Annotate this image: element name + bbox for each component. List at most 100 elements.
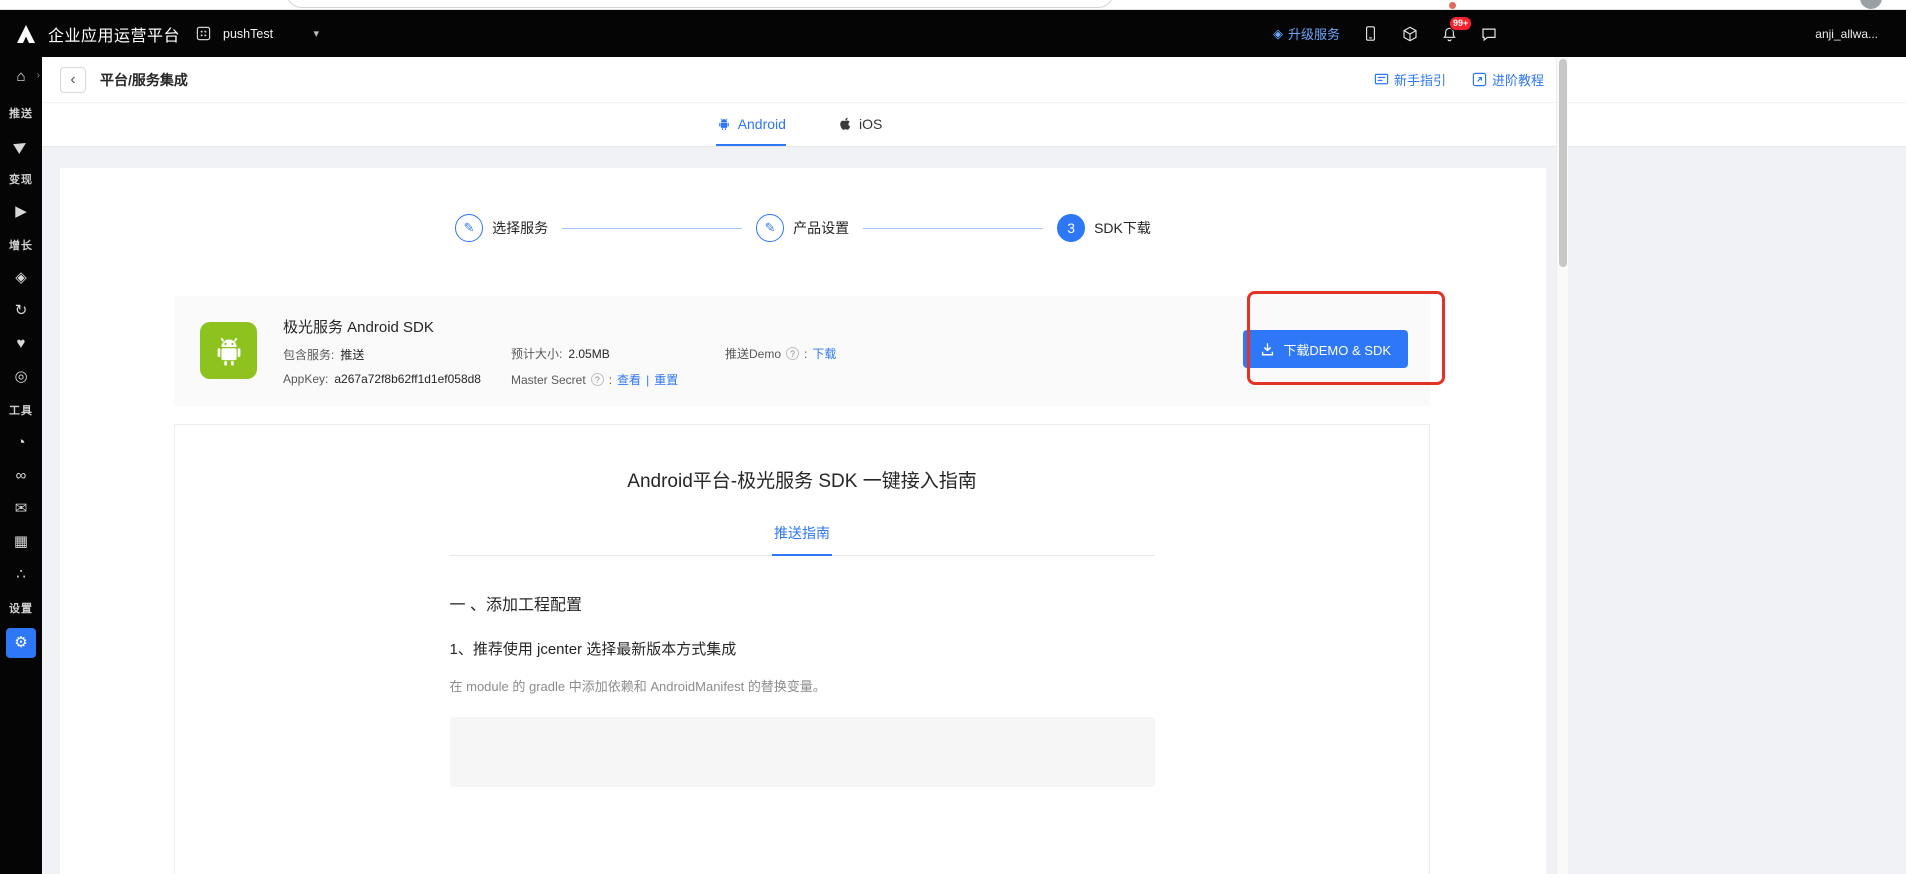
tab-push-guide[interactable]: 推送指南	[772, 523, 832, 556]
topbar: 企业应用运营平台 pushTest ▾ ◈ 升级服务	[0, 10, 1906, 57]
guide-content: 一 、添加工程配置 1、推荐使用 jcenter 选择最新版本方式集成 在 mo…	[450, 591, 1155, 787]
topbar-tools: ◈ 升级服务 99+	[1273, 24, 1498, 43]
guide-board-icon	[1374, 72, 1389, 87]
username[interactable]: anji_allwa...	[1815, 27, 1878, 41]
platform-title: 企业应用运营平台	[48, 22, 180, 46]
step-number: 3	[1057, 214, 1085, 242]
home-nav[interactable]: ⌂ ›	[0, 66, 42, 88]
support-chat-icon[interactable]	[1480, 25, 1498, 43]
sidebar-group-settings: 设置	[9, 600, 33, 616]
settings-gear-icon[interactable]: ⚙	[6, 628, 36, 658]
chevron-down-icon: ▾	[313, 27, 319, 40]
browser-address-bar[interactable]	[286, 0, 1114, 8]
app-switch-icon[interactable]	[196, 26, 211, 41]
app-selector[interactable]: pushTest ▾	[223, 27, 319, 41]
master-secret-row: Master Secret ? : 查看 | 重置	[511, 371, 725, 388]
demo-label: 推送Demo	[725, 345, 781, 362]
guide-step-heading: 1、推荐使用 jcenter 选择最新版本方式集成	[450, 638, 1155, 659]
size-row: 预计大小: 2.05MB	[511, 345, 725, 362]
content-panel: ✎ 选择服务 ✎ 产品设置 3 SDK下载	[60, 168, 1546, 874]
apple-icon	[838, 116, 853, 131]
download-demo-sdk-button[interactable]: 下载DEMO & SDK	[1243, 330, 1408, 368]
demo-download-link[interactable]: 下载	[812, 345, 836, 362]
step-select-service-label: 选择服务	[492, 218, 548, 238]
upgrade-label: 升级服务	[1288, 24, 1340, 43]
paper-plane-icon[interactable]: ▶	[12, 135, 31, 156]
guide-section-heading: 一 、添加工程配置	[450, 591, 1155, 615]
appkey-label: AppKey:	[283, 372, 328, 386]
stepper-connector	[562, 228, 742, 229]
size-label: 预计大小:	[511, 345, 562, 362]
aurora-logo[interactable]	[14, 22, 38, 46]
colon: :	[609, 373, 612, 387]
download-button-label: 下载DEMO & SDK	[1283, 340, 1391, 359]
tab-ios-label: iOS	[859, 116, 882, 132]
help-icon[interactable]: ?	[591, 373, 604, 386]
step-sdk-download: 3 SDK下载	[1057, 214, 1151, 242]
back-button[interactable]: ‹	[60, 67, 86, 93]
beginner-guide-label: 新手指引	[1394, 70, 1446, 89]
link-icon[interactable]: ∞	[16, 467, 27, 484]
step-sdk-download-label: SDK下载	[1094, 218, 1151, 238]
help-icon[interactable]: ?	[786, 347, 799, 360]
notification-bell-icon[interactable]: 99+	[1441, 25, 1458, 43]
code-block	[450, 717, 1155, 787]
android-app-icon	[200, 322, 257, 379]
mobile-preview-icon[interactable]	[1362, 24, 1379, 43]
notification-badge: 99+	[1449, 16, 1472, 31]
beginner-guide-link[interactable]: 新手指引	[1374, 70, 1446, 89]
main-content: ‹ 平台/服务集成 新手指引 进阶教程	[42, 57, 1906, 874]
upgrade-diamond-icon: ◈	[1273, 26, 1283, 42]
advanced-tutorial-link[interactable]: 进阶教程	[1472, 70, 1544, 89]
nodes-icon[interactable]: ∴	[16, 566, 26, 583]
page-header: ‹ 平台/服务集成 新手指引 进阶教程	[42, 57, 1906, 103]
stepper: ✎ 选择服务 ✎ 产品设置 3 SDK下载	[60, 168, 1546, 242]
refresh-icon[interactable]: ↻	[15, 302, 28, 319]
current-app-name: pushTest	[223, 27, 273, 41]
guide-card: Android平台-极光服务 SDK 一键接入指南 推送指南 一 、添加工程配置…	[174, 424, 1430, 874]
service-value: 推送	[340, 346, 364, 363]
shield-icon[interactable]: ◈	[15, 269, 27, 286]
sdk-size-column: 预计大小: 2.05MB Master Secret ? : 查看 | 重置	[511, 296, 725, 388]
sdk-info-column: 极光服务 Android SDK 包含服务: 推送 AppKey: a267a7…	[283, 296, 511, 386]
tutorial-icon	[1472, 72, 1487, 87]
vertical-scrollbar[interactable]	[1556, 57, 1568, 874]
master-secret-label: Master Secret	[511, 373, 586, 387]
tab-ios[interactable]: iOS	[838, 103, 882, 146]
header-links: 新手指引 进阶教程	[1374, 70, 1544, 89]
sidebar-expand-icon[interactable]: ›	[37, 69, 40, 83]
products-cube-icon[interactable]	[1401, 25, 1419, 43]
topbar-left: 企业应用运营平台 pushTest ▾	[14, 22, 319, 46]
browser-profile-avatar[interactable]	[1860, 0, 1882, 9]
heart-icon[interactable]: ♥	[17, 335, 26, 352]
service-row: 包含服务: 推送	[283, 346, 511, 363]
appkey-value: a267a72f8b62ff1d1ef058d8	[334, 372, 481, 386]
guide-title: Android平台-极光服务 SDK 一键接入指南	[175, 466, 1429, 493]
pencil-icon: ✎	[756, 214, 784, 242]
sdk-card: 极光服务 Android SDK 包含服务: 推送 AppKey: a267a7…	[174, 296, 1430, 406]
guide-step-description: 在 module 的 gradle 中添加依赖和 AndroidManifest…	[450, 676, 1155, 695]
monetize-icon[interactable]: ▶	[15, 203, 27, 220]
browser-strip	[0, 0, 1906, 10]
sidebar-group-growth: 增长	[9, 237, 33, 253]
guide-tab-bar: 推送指南	[450, 523, 1155, 556]
service-label: 包含服务:	[283, 346, 334, 363]
upgrade-service-link[interactable]: ◈ 升级服务	[1273, 24, 1340, 43]
sidebar-group-monetize: 变现	[9, 171, 33, 187]
tab-android-label: Android	[738, 116, 786, 132]
pie-chart-icon[interactable]: ◔	[16, 434, 25, 451]
size-value: 2.05MB	[568, 347, 609, 361]
download-icon	[1260, 342, 1275, 357]
sidebar-group-push: 推送	[9, 105, 33, 121]
tab-android[interactable]: Android	[716, 103, 786, 146]
reset-secret-link[interactable]: 重置	[654, 371, 678, 388]
message-icon[interactable]: ✉	[15, 500, 28, 517]
step-product-settings: ✎ 产品设置	[756, 214, 849, 242]
advanced-tutorial-label: 进阶教程	[1492, 70, 1544, 89]
widget-icon[interactable]: ▦	[14, 533, 28, 550]
link-divider: |	[646, 373, 649, 387]
scrollbar-thumb[interactable]	[1559, 59, 1567, 267]
target-icon[interactable]: ◎	[14, 368, 27, 385]
demo-row: 推送Demo ? : 下载	[725, 345, 836, 362]
view-secret-link[interactable]: 查看	[617, 371, 641, 388]
